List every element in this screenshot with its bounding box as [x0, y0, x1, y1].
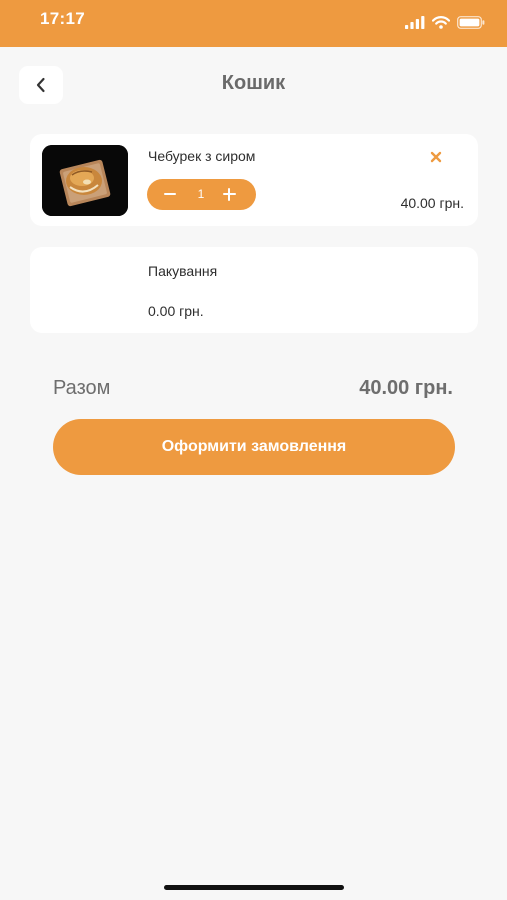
total-value: 40.00 грн. — [359, 377, 453, 399]
packaging-name: Пакування — [148, 263, 218, 279]
item-price: 40.00 грн. — [400, 195, 464, 211]
status-icons — [405, 14, 485, 30]
status-time: 17:17 — [40, 9, 85, 28]
packaging-card: Пакування 0.00 грн. — [30, 247, 478, 333]
page-title: Кошик — [221, 72, 286, 94]
status-bar: 17:17 — [0, 0, 507, 47]
remove-item-button[interactable] — [428, 149, 444, 165]
increase-quantity-button[interactable] — [221, 186, 238, 203]
packaging-price: 0.00 грн. — [148, 303, 204, 319]
product-image — [42, 145, 128, 216]
wifi-icon — [432, 15, 450, 29]
decrease-quantity-button[interactable] — [164, 193, 176, 195]
home-indicator — [164, 885, 344, 890]
cart-item: Чебурек з сиром 1 40.00 грн. — [30, 134, 478, 226]
battery-icon — [457, 15, 485, 29]
item-name: Чебурек з сиром — [148, 148, 256, 164]
checkout-button[interactable]: Оформити замовлення — [53, 419, 455, 475]
signal-icon — [405, 15, 425, 29]
quantity-value: 1 — [197, 187, 205, 201]
quantity-stepper: 1 — [147, 179, 256, 210]
total-label: Разом — [53, 377, 111, 399]
close-icon — [430, 151, 442, 163]
